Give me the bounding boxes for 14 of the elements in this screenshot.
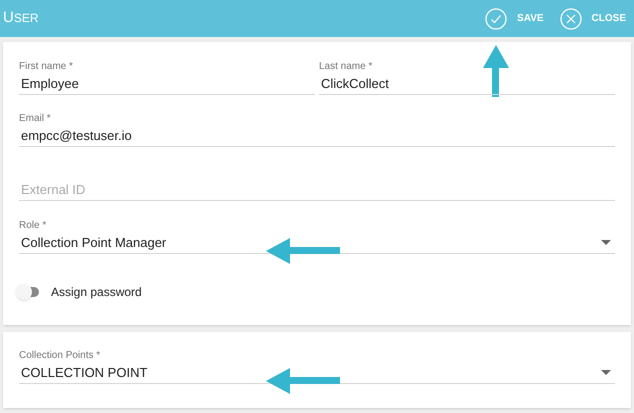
field-label: First name * [19,61,74,73]
input-field[interactable]: External ID [19,179,615,201]
toggle-label: Assign password [51,284,142,301]
field-label: Role * [19,220,48,232]
field-label: Collection Points * [19,350,102,362]
check-circle-icon [485,8,508,30]
field-label: Email * [19,113,52,125]
input-field[interactable]: empcc@testuser.io [19,125,615,147]
close-icon [560,8,582,30]
field-label: Last name * [319,61,374,73]
toggle-switch[interactable] [19,287,39,297]
input-field[interactable]: ClickCollect [319,73,615,95]
input-field[interactable]: Employee [19,73,315,95]
window-title: USER [3,8,40,28]
